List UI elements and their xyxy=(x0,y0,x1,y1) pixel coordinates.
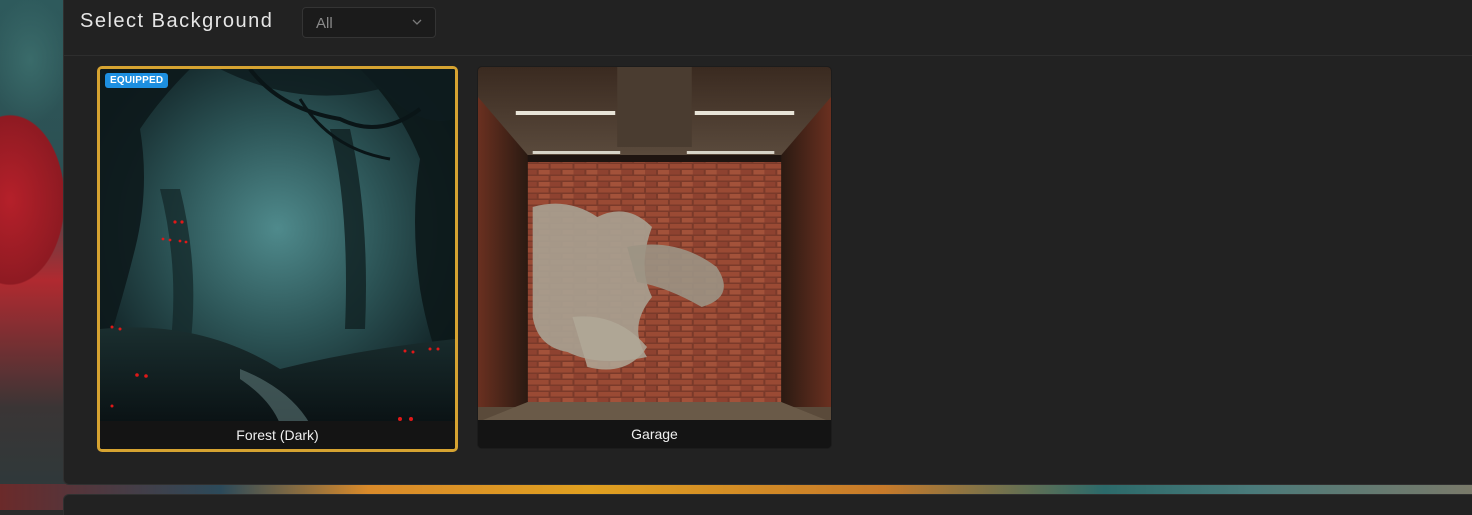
background-card-label: Garage xyxy=(478,420,831,448)
chevron-down-icon xyxy=(412,19,422,25)
background-card-garage[interactable]: Garage xyxy=(477,66,832,449)
category-filter-value: All xyxy=(316,15,333,32)
garage-thumbnail xyxy=(478,67,831,422)
panel-title: Select Background xyxy=(80,10,274,32)
forest-dark-thumbnail xyxy=(100,69,455,424)
panel-header: Select Background All xyxy=(64,0,1472,56)
background-card-forest-dark[interactable]: EQUIPPED Forest (Dark) xyxy=(97,66,458,452)
equipped-badge: EQUIPPED xyxy=(105,73,169,88)
background-card-label: Forest (Dark) xyxy=(100,421,455,449)
category-filter-select[interactable]: All xyxy=(302,7,436,38)
select-background-panel: Select Background All EQUIPPED Forest (D… xyxy=(63,0,1472,485)
secondary-panel xyxy=(63,494,1472,515)
